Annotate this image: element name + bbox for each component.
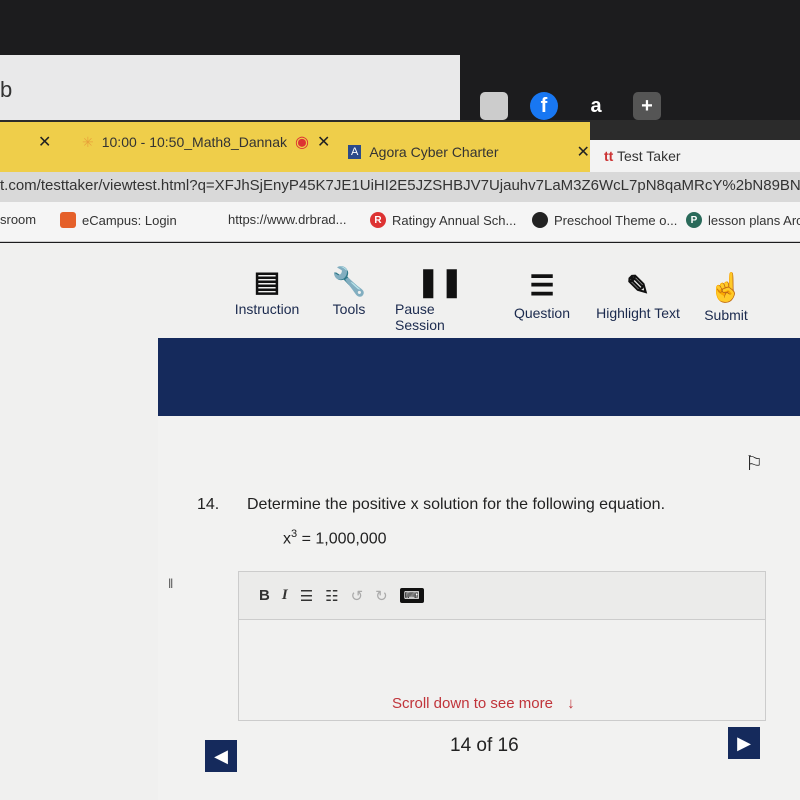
add-icon[interactable]: +: [633, 92, 661, 120]
bookmark-ratingy[interactable]: R Ratingy Annual Sch...: [370, 212, 516, 228]
question-button[interactable]: ☰ Question: [497, 265, 587, 322]
keyboard-icon[interactable]: ⌨: [399, 588, 424, 603]
numbered-list-icon: ☰: [529, 269, 555, 301]
test-page: ▤ Instruction 🔧 Tools ❚❚ Pause Session ☰ Que…: [0, 243, 800, 800]
bookmark-label: sroom: [0, 212, 37, 227]
lesson-plans-icon: P: [686, 212, 702, 228]
tool-label: Pause Session: [395, 301, 445, 333]
close-tab-icon[interactable]: ✕: [317, 132, 330, 152]
bookmark-preschool[interactable]: Preschool Theme o...: [532, 212, 677, 228]
extension-icon[interactable]: [480, 92, 508, 120]
tool-label: Tools: [332, 301, 366, 317]
bookmark-classroom[interactable]: sroom: [0, 212, 36, 227]
tab-strip: ✕ ✳ 10:00 - 10:50_Math8_Dannak ◉ ✕ A Ago…: [0, 122, 590, 172]
bookmark-label: Ratingy Annual Sch...: [392, 212, 517, 228]
tab-favicon-icon: ✳: [82, 133, 94, 150]
tab-agora[interactable]: A Agora Cyber Charter ✕: [348, 142, 590, 162]
redo-icon[interactable]: ↻: [375, 587, 388, 605]
address-bar[interactable]: t.com/testtaker/viewtest.html?q=XFJhSjEn…: [0, 172, 800, 202]
tool-label: Instruction: [234, 301, 300, 317]
arrow-right-icon: ▶: [737, 732, 751, 753]
pen-icon: ✎: [626, 269, 650, 301]
ratingy-icon: R: [370, 212, 386, 228]
tab-math8[interactable]: ✳ 10:00 - 10:50_Math8_Dannak ◉ ✕: [82, 132, 330, 152]
close-tab-icon[interactable]: ✕: [577, 142, 590, 162]
bookmark-lesson-plans[interactable]: Plesson plans Arch: [686, 212, 800, 228]
tool-label: Highlight Text: [596, 305, 680, 321]
undo-icon[interactable]: ↺: [351, 587, 364, 605]
list-icon: ▤: [253, 265, 281, 297]
previous-question-button[interactable]: ◀: [205, 740, 237, 772]
submit-button[interactable]: ☝ Submit: [681, 267, 771, 324]
tool-label: Submit: [704, 307, 748, 323]
bookmark-label: eCampus: Login: [82, 212, 177, 228]
pause-icon: ❚❚: [416, 265, 464, 297]
editor-toolbar: B I ☰ ☷ ↺ ↻ ⌨: [239, 572, 765, 620]
highlight-text-button[interactable]: ✎ Highlight Text: [593, 265, 683, 322]
facebook-icon[interactable]: f: [530, 92, 558, 120]
instruction-button[interactable]: ▤ Instruction: [222, 261, 312, 318]
tools-button[interactable]: 🔧 Tools: [304, 261, 394, 318]
equation: x3 = 1,000,000: [283, 528, 387, 548]
bullet-list-icon[interactable]: ☷: [325, 587, 338, 605]
background-window: b: [0, 55, 460, 120]
tool-label: Question: [513, 305, 571, 321]
question-number: 14.: [197, 496, 220, 513]
bookmark-label: lesson plans Arch: [708, 212, 800, 228]
globe-icon: [532, 212, 548, 228]
bold-button[interactable]: B: [259, 587, 270, 604]
bookmark-ecampus[interactable]: eCampus: Login: [60, 212, 177, 228]
scroll-hint[interactable]: Scroll down to see more ↓: [392, 695, 575, 712]
eq-base: x: [283, 530, 291, 548]
arrow-down-icon: ↓: [567, 695, 575, 712]
recording-icon: ◉: [294, 134, 309, 151]
bookmarks-bar: sroom eCampus: Login https://www.drbrad.…: [0, 202, 800, 242]
italic-button[interactable]: I: [282, 587, 288, 604]
wrench-icon: 🔧: [331, 265, 367, 297]
tab-label: Test Taker: [616, 148, 681, 164]
question-text: Determine the positive x solution for th…: [247, 496, 666, 513]
hand-pointer-icon: ☝: [708, 271, 744, 303]
pause-session-button[interactable]: ❚❚ Pause Session: [395, 261, 485, 334]
tt-favicon-icon: tt: [604, 148, 614, 164]
close-tab-icon[interactable]: ✕: [38, 132, 51, 152]
ecampus-icon: [60, 212, 76, 228]
resize-grip-icon[interactable]: ‖: [168, 576, 173, 591]
bookmark-label: https://www.drbrad...: [228, 212, 347, 227]
ordered-list-icon[interactable]: ☰: [300, 587, 313, 605]
tab-test-taker[interactable]: tt Test Taker: [590, 140, 800, 172]
tab-label: Agora Cyber Charter: [369, 144, 499, 160]
scroll-hint-text: Scroll down to see more: [392, 695, 553, 712]
window-title: b: [0, 77, 13, 102]
agora-favicon-icon: A: [348, 145, 362, 159]
amazon-icon[interactable]: a: [582, 92, 610, 120]
tab-label: 10:00 - 10:50_Math8_Dannak: [101, 134, 287, 150]
bookmark-drbrad[interactable]: https://www.drbrad...: [228, 212, 347, 227]
flag-icon[interactable]: ⚐: [745, 451, 763, 476]
header-banner: [158, 338, 800, 416]
bookmark-label: Preschool Theme o...: [554, 212, 678, 228]
arrow-left-icon: ◀: [214, 745, 228, 766]
next-question-button[interactable]: ▶: [728, 727, 760, 759]
eq-rest: = 1,000,000: [297, 530, 387, 548]
page-indicator: 14 of 16: [450, 735, 519, 756]
